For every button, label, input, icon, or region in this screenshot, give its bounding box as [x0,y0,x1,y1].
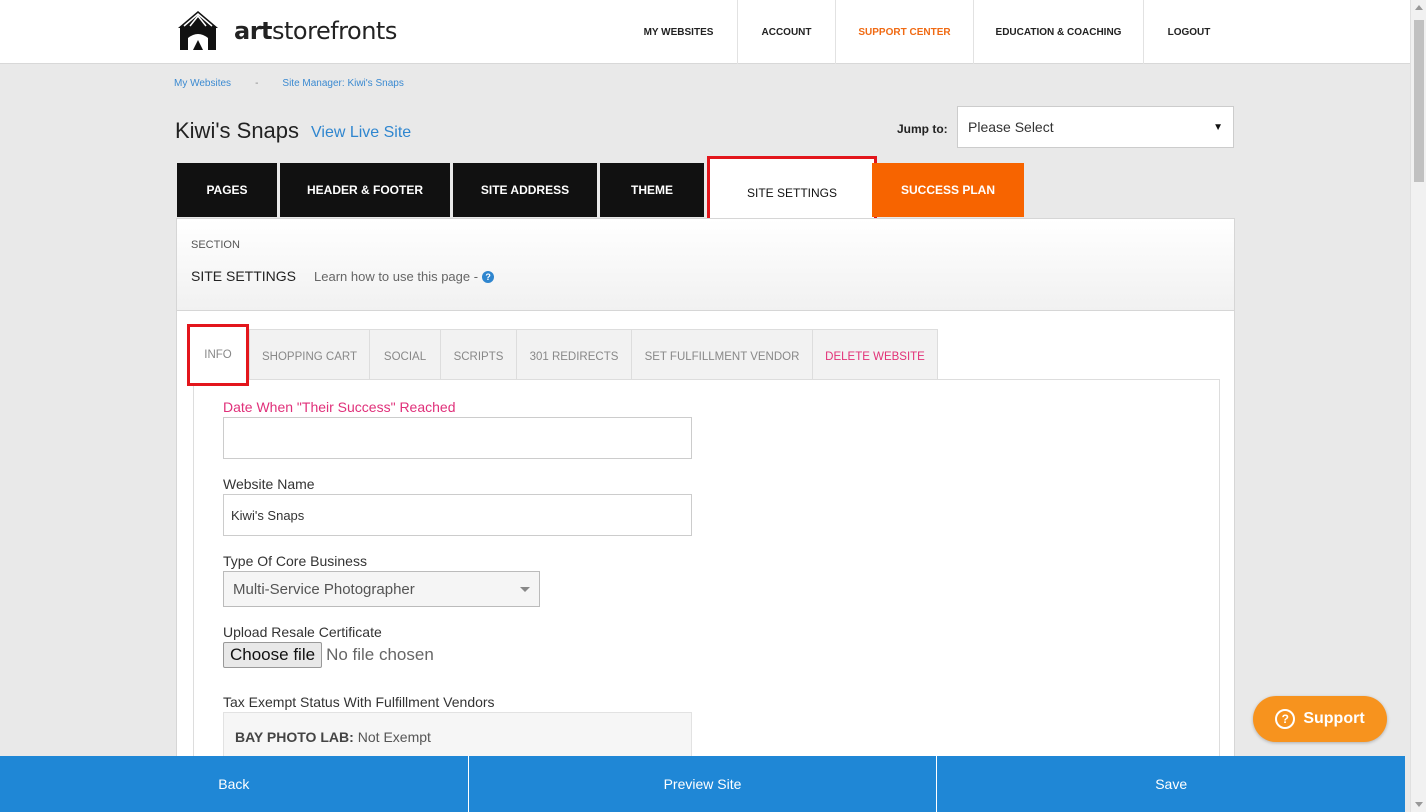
file-status: No file chosen [326,645,434,664]
success-date-input[interactable] [223,417,692,459]
learn-how-text: Learn how to use this page - [314,269,479,284]
resale-certificate-label: Upload Resale Certificate [223,624,382,640]
subtab-301-redirects[interactable]: 301 REDIRECTS [516,329,631,384]
choose-file-button[interactable]: Choose file [223,642,323,668]
storefront-logo-icon [178,11,218,50]
main-nav: MY WEBSITES ACCOUNT SUPPORT CENTER EDUCA… [620,0,1234,64]
tab-site-address[interactable]: SITE ADDRESS [453,163,597,217]
section-header: SECTION SITE SETTINGS Learn how to use t… [177,219,1234,311]
nav-my-websites[interactable]: MY WEBSITES [620,0,738,64]
bottom-action-bar: Back Preview Site Save [0,756,1406,812]
website-name-label: Website Name [223,476,315,492]
jump-to-select[interactable]: Please Select ▼ [957,106,1234,148]
page-scrollbar[interactable] [1410,0,1426,812]
brand-name: artstorefronts [234,17,397,45]
subtab-social[interactable]: SOCIAL [369,329,440,384]
section-label: SECTION [191,239,240,251]
jump-to-value: Please Select [968,119,1054,135]
website-name-input[interactable]: Kiwi's Snaps [223,494,692,536]
site-manager-tabs: PAGES HEADER & FOOTER SITE ADDRESS THEME… [177,156,1027,223]
tab-header-footer[interactable]: HEADER & FOOTER [280,163,450,217]
help-icon[interactable]: ? [482,270,495,283]
core-business-value: Multi-Service Photographer [233,580,415,598]
site-title: Kiwi's Snaps [175,118,300,143]
settings-panel: SECTION SITE SETTINGS Learn how to use t… [176,218,1235,779]
subtab-shopping-cart[interactable]: SHOPPING CART [249,329,369,384]
scroll-up-icon[interactable] [1415,5,1423,10]
vendor-exempt-status: Not Exempt [357,729,431,745]
tax-exempt-vendor-row: BAY PHOTO LAB: Not Exempt [223,712,692,762]
nav-logout[interactable]: LOGOUT [1144,0,1234,64]
save-button[interactable]: Save [937,756,1406,812]
subtab-delete-website[interactable]: DELETE WEBSITE [812,329,938,384]
jump-to-label: Jump to: [897,122,948,136]
support-chat-button[interactable]: ? Support [1253,696,1387,742]
tab-success-plan[interactable]: SUCCESS PLAN [872,163,1024,217]
preview-site-button[interactable]: Preview Site [468,756,938,812]
breadcrumb: My Websites - Site Manager: Kiwi's Snaps [174,78,404,89]
section-title: SITE SETTINGS [191,268,297,284]
brand-logo[interactable]: artstorefronts [174,8,397,54]
support-label: Support [1303,710,1365,727]
vendor-name: BAY PHOTO LAB: [235,729,354,745]
chevron-down-icon: ▼ [1213,121,1223,133]
back-button[interactable]: Back [0,756,469,812]
tax-exempt-label: Tax Exempt Status With Fulfillment Vendo… [223,694,495,710]
question-icon: ? [1275,709,1296,729]
tab-theme[interactable]: THEME [600,163,704,217]
info-form: Date When "Their Success" Reached Websit… [193,379,1220,779]
tab-pages[interactable]: PAGES [177,163,277,217]
nav-support-center[interactable]: SUPPORT CENTER [836,0,974,64]
caret-down-icon [520,586,530,592]
scroll-down-icon[interactable] [1415,802,1423,807]
top-navigation-bar: artstorefronts MY WEBSITES ACCOUNT SUPPO… [0,0,1410,64]
subtab-info[interactable]: INFO [187,324,249,386]
view-live-site-link[interactable]: View Live Site [311,124,411,142]
nav-account[interactable]: ACCOUNT [738,0,836,64]
scroll-thumb[interactable] [1414,20,1424,182]
nav-education-coaching[interactable]: EDUCATION & COACHING [974,0,1144,64]
breadcrumb-my-websites[interactable]: My Websites [174,78,231,89]
success-date-label: Date When "Their Success" Reached [223,399,456,415]
breadcrumb-site-manager[interactable]: Site Manager: Kiwi's Snaps [282,78,403,89]
subtab-set-fulfillment-vendor[interactable]: SET FULFILLMENT VENDOR [631,329,812,384]
core-business-select[interactable]: Multi-Service Photographer [223,571,540,607]
breadcrumb-separator: - [255,78,259,89]
tab-site-settings[interactable]: SITE SETTINGS [707,156,877,223]
subtab-scripts[interactable]: SCRIPTS [440,329,516,384]
settings-subtabs: INFO SHOPPING CART SOCIAL SCRIPTS 301 RE… [187,324,938,386]
core-business-label: Type Of Core Business [223,553,367,569]
resale-file-picker: Choose file No file chosen [223,642,434,668]
learn-how-link[interactable]: Learn how to use this page - ? [314,269,495,284]
